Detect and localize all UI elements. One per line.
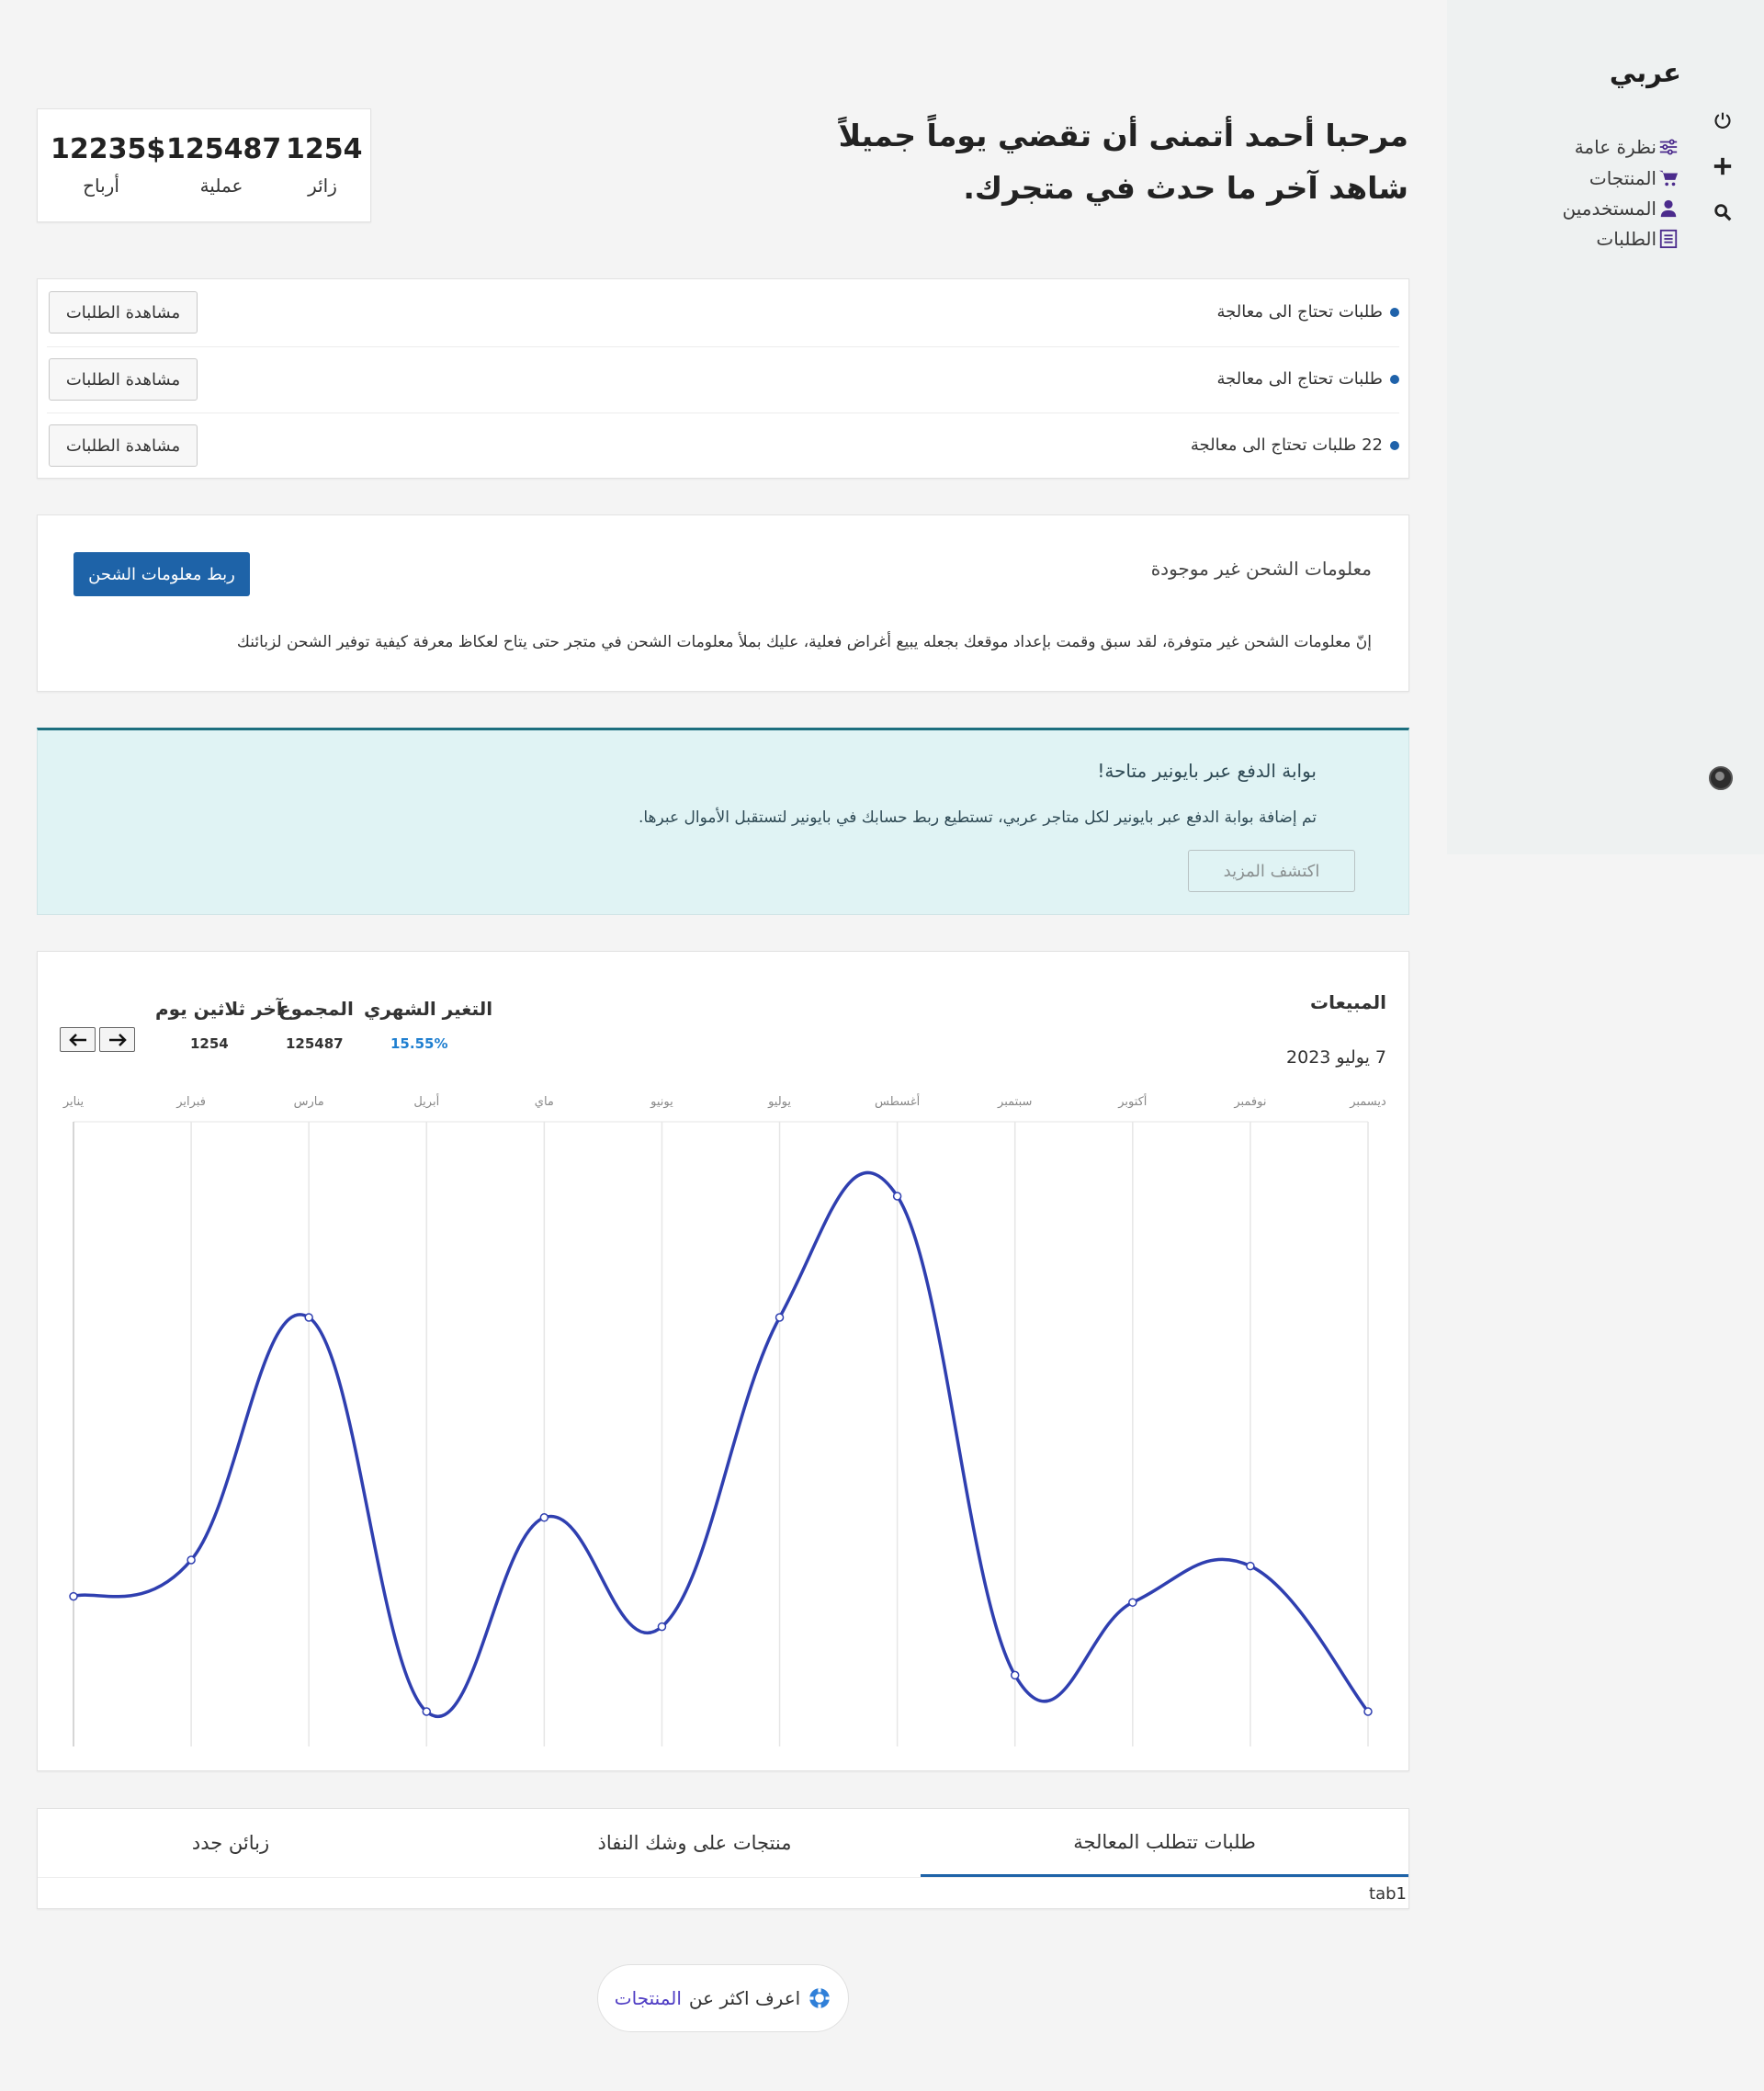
- learn-more-link[interactable]: المنتجات: [615, 1987, 682, 2009]
- order-text: طلبات تحتاج الى معالجة: [1216, 302, 1399, 322]
- view-orders-button[interactable]: مشاهدة الطلبات: [49, 358, 198, 401]
- link-shipping-button[interactable]: ربط معلومات الشحن: [74, 552, 250, 596]
- lifebuoy-icon: [809, 1988, 831, 2008]
- sliders-icon: [1659, 139, 1678, 155]
- order-text: طلبات تحتاج الى معالجة: [1216, 369, 1399, 389]
- bullet-icon: [1390, 307, 1399, 317]
- sidebar: عربي نظرة عامة المنتجات المستخدمين الطلب…: [1447, 0, 1764, 854]
- data-point: [304, 1313, 313, 1322]
- x-tick-label: أكتوبر: [1117, 1093, 1147, 1109]
- x-tick-label: ديسمبر: [1349, 1095, 1386, 1109]
- data-point: [892, 1192, 902, 1201]
- data-point: [1128, 1598, 1137, 1607]
- sales-line-chart: يناير فبراير مارس أبريل ماي يونيو يوليو أغسطس سب…: [62, 1093, 1386, 1746]
- sales-chart-card: المبيعات 7 يوليو 2023 التغير الشهري 15.5…: [37, 951, 1409, 1771]
- stat-visitors: 1254 زائر: [286, 133, 363, 197]
- data-point: [69, 1591, 78, 1601]
- x-tick-label: يونيو: [650, 1095, 673, 1109]
- stat-value: 125487: [166, 133, 282, 165]
- stat-label: أرباح: [83, 175, 119, 197]
- tab-low-stock[interactable]: منتجات على وشك النفاذ: [469, 1809, 920, 1877]
- payoneer-alert: بوابة الدفع عبر بايونير متاحة! تم إضافة …: [37, 728, 1409, 915]
- data-point: [1010, 1670, 1020, 1680]
- power-icon[interactable]: [1711, 108, 1735, 132]
- order-label: طلبات تحتاج الى معالجة: [1216, 302, 1383, 322]
- list-icon: [1659, 229, 1678, 249]
- x-tick-label: أبريل: [413, 1093, 439, 1109]
- search-icon[interactable]: [1711, 200, 1735, 224]
- x-tick-label: ماي: [535, 1095, 554, 1109]
- data-point: [187, 1555, 196, 1565]
- x-tick-label: نوفمبر: [1233, 1095, 1266, 1109]
- x-tick-label: فبراير: [175, 1095, 206, 1109]
- order-row: 22 طلبات تحتاج الى معالجة مشاهدة الطلبات: [47, 413, 1399, 479]
- bullet-icon: [1390, 440, 1399, 450]
- sidebar-item-label: المنتجات: [1589, 167, 1657, 189]
- tabs-divider: [38, 1877, 1408, 1878]
- stat-value: 1254: [286, 133, 363, 165]
- page-title: مرحبا أحمد أتمنى أن تقضي يوماً جميلاً: [838, 118, 1408, 153]
- x-tick-label: سبتمبر: [997, 1095, 1032, 1109]
- tab-content: tab1: [1369, 1884, 1407, 1904]
- data-point: [657, 1622, 667, 1632]
- sales-series-line: [73, 1170, 1370, 1718]
- sidebar-item-users[interactable]: المستخدمين: [1563, 198, 1679, 220]
- chart-x-axis: يناير فبراير مارس أبريل ماي يونيو يوليو أغسطس سب…: [62, 1093, 1386, 1109]
- view-orders-button[interactable]: مشاهدة الطلبات: [49, 291, 198, 333]
- order-row: طلبات تحتاج الى معالجة مشاهدة الطلبات: [47, 346, 1399, 413]
- plus-icon[interactable]: [1711, 154, 1735, 178]
- data-point: [422, 1707, 432, 1716]
- order-label: طلبات تحتاج الى معالجة: [1216, 369, 1383, 389]
- x-tick-label: مارس: [294, 1095, 324, 1109]
- shipping-card: معلومات الشحن غير موجودة ربط معلومات الش…: [37, 514, 1409, 692]
- learn-more-pill: اعرف اكثر عن المنتجات: [597, 1964, 849, 2032]
- sidebar-item-orders[interactable]: الطلبات: [1596, 228, 1679, 250]
- discover-more-button[interactable]: اكتشف المزيد: [1188, 850, 1355, 892]
- tab-new-customers[interactable]: زبائن جدد: [38, 1809, 424, 1877]
- x-tick-label: يوليو: [767, 1095, 791, 1109]
- tab-pending-orders[interactable]: طلبات تتطلب المعالجة: [921, 1809, 1408, 1877]
- sidebar-item-label: الطلبات: [1596, 228, 1657, 250]
- stats-card: 1254 زائر 125487 عملية 12235$ أرباح: [37, 108, 371, 222]
- data-point: [775, 1313, 785, 1322]
- order-label: 22 طلبات تحتاج الى معالجة: [1190, 435, 1383, 455]
- stat-label: زائر: [308, 175, 337, 197]
- x-tick-label: أغسطس: [875, 1093, 920, 1109]
- bullet-icon: [1390, 374, 1399, 384]
- stat-value: 12235$: [51, 133, 166, 165]
- learn-more-text: اعرف اكثر عن: [688, 1987, 801, 2009]
- x-tick-label: يناير: [62, 1095, 85, 1109]
- payoneer-body: تم إضافة بوابة الدفع عبر بايونير لكل متا…: [638, 808, 1317, 827]
- shipping-title: معلومات الشحن غير موجودة: [1150, 558, 1372, 580]
- stat-transactions: 125487 عملية: [166, 133, 282, 197]
- stat-profits: 12235$ أرباح: [51, 133, 166, 197]
- avatar[interactable]: [1709, 766, 1733, 790]
- sidebar-item-label: نظرة عامة: [1574, 136, 1657, 158]
- order-row: طلبات تحتاج الى معالجة مشاهدة الطلبات: [47, 280, 1399, 346]
- page-subtitle: شاهد آخر ما حدث في متجرك.: [963, 170, 1408, 206]
- payoneer-title: بوابة الدفع عبر بايونير متاحة!: [1097, 760, 1317, 782]
- chart-grid: [73, 1121, 1369, 1746]
- order-text: 22 طلبات تحتاج الى معالجة: [1191, 435, 1399, 455]
- data-point: [1246, 1561, 1255, 1571]
- chart-points: [69, 1192, 1373, 1716]
- data-point: [539, 1513, 549, 1522]
- sidebar-item-overview[interactable]: نظرة عامة: [1575, 136, 1679, 158]
- shipping-body: إنّ معلومات الشحن غير متوفرة، لقد سبق وق…: [236, 633, 1372, 651]
- tabs-card: طلبات تتطلب المعالجة منتجات على وشك النف…: [37, 1808, 1409, 1909]
- stat-label: عملية: [199, 175, 243, 197]
- view-orders-button[interactable]: مشاهدة الطلبات: [49, 424, 198, 467]
- brand-logo[interactable]: عربي: [1610, 57, 1681, 88]
- sidebar-item-label: المستخدمين: [1562, 198, 1657, 220]
- orders-card: طلبات تحتاج الى معالجة مشاهدة الطلبات طل…: [37, 278, 1409, 479]
- sidebar-item-products[interactable]: المنتجات: [1589, 167, 1679, 189]
- cart-icon: [1658, 170, 1679, 186]
- user-icon: [1660, 199, 1677, 218]
- data-point: [1363, 1707, 1373, 1716]
